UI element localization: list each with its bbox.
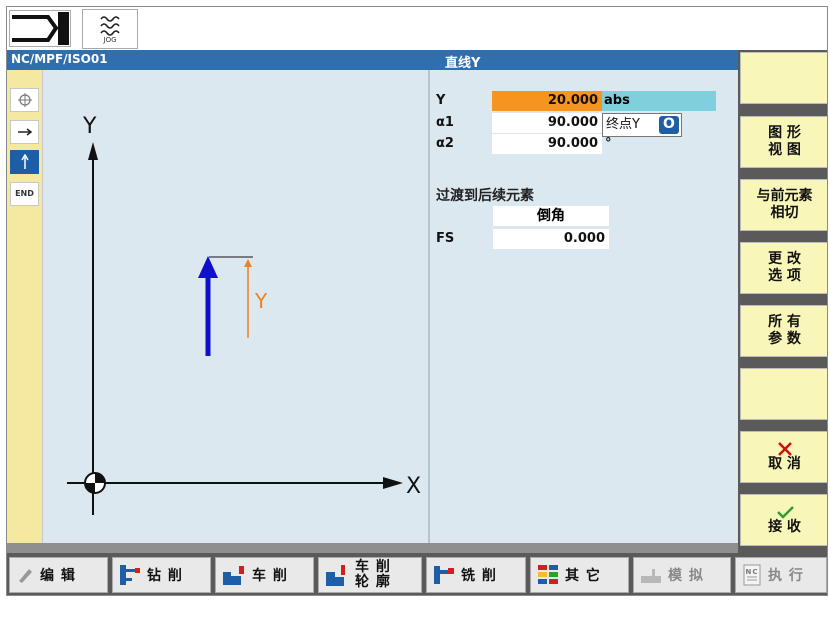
origin-quadrant-3 xyxy=(85,483,95,493)
y-axis-arrowhead xyxy=(88,142,98,160)
title-bar: NC/MPF/ISO01 直线Y xyxy=(7,50,738,71)
a1-param-label: α1 xyxy=(436,115,454,130)
turning-label: 车 削 xyxy=(252,568,288,584)
contour-line2: 轮 廓 xyxy=(355,574,391,590)
transition-type-select[interactable]: 倒角 xyxy=(493,206,609,226)
start-point-button[interactable] xyxy=(10,88,39,112)
machine-mode-button[interactable] xyxy=(9,10,71,47)
tangent-line1: 与前元素 xyxy=(756,188,813,204)
transition-heading: 过渡到后续元素 xyxy=(436,188,534,204)
other-label: 其 它 xyxy=(565,568,601,584)
contour-line1: 车 削 xyxy=(355,559,391,575)
change-option-softkey[interactable]: 更 改 选 项 xyxy=(740,242,827,294)
line-element-arrowhead xyxy=(198,256,218,278)
milling-icon xyxy=(434,566,454,584)
toggle-icon[interactable]: O xyxy=(659,116,679,134)
arrow-up-icon xyxy=(20,153,29,169)
jog-mode-button[interactable]: JOG xyxy=(82,9,138,49)
other-softkey[interactable]: 其 它 xyxy=(530,557,629,593)
x-axis-arrowhead xyxy=(383,477,403,489)
graphic-view-line1: 图 形 xyxy=(768,125,801,141)
jog-label: JOG xyxy=(103,36,117,44)
milling-softkey[interactable]: 铣 削 xyxy=(426,557,526,593)
turning-icon xyxy=(223,566,244,585)
drill-label: 钻 削 xyxy=(147,568,183,584)
other-icon xyxy=(538,565,558,584)
turning-softkey[interactable]: 车 削 xyxy=(215,557,314,593)
accept-label: 接 收 xyxy=(768,518,801,535)
contour-turning-softkey[interactable]: 车 削 轮 廓 xyxy=(318,557,422,593)
y-axis-label: Y xyxy=(82,114,97,139)
tooltip-text: 终点Y xyxy=(606,117,640,132)
all-params-line1: 所 有 xyxy=(768,314,801,330)
softkey-1-empty[interactable] xyxy=(740,52,827,104)
execute-softkey[interactable]: NC 执 行 xyxy=(735,557,827,593)
x-axis-label: X xyxy=(406,474,421,499)
simulate-label: 模 拟 xyxy=(668,568,704,584)
milling-label: 铣 削 xyxy=(461,568,497,584)
tooltip: 终点Y O xyxy=(602,113,682,137)
y-param-label: Y xyxy=(436,93,446,108)
nc-document-icon: NC xyxy=(743,564,761,586)
screen: JOG NC/MPF/ISO01 直线Y END Y X Y Y 20.000 … xyxy=(6,6,828,596)
origin-quadrant-1 xyxy=(95,473,105,483)
contour-graphic: Y X Y xyxy=(67,114,421,515)
simulate-icon xyxy=(641,569,661,583)
fs-param-label: FS xyxy=(436,231,455,246)
tangent-softkey[interactable]: 与前元素 相切 xyxy=(740,179,827,231)
dimension-label: Y xyxy=(254,289,268,313)
a2-unit: ° xyxy=(605,136,612,151)
arrow-right-icon xyxy=(17,128,32,136)
y-value-field[interactable]: 20.000 xyxy=(492,91,602,111)
end-button[interactable]: END xyxy=(10,182,39,206)
element-strip: END xyxy=(7,70,43,543)
mode-arrow-icon xyxy=(12,12,69,45)
tangent-line2: 相切 xyxy=(770,205,799,221)
edit-label: 编 辑 xyxy=(40,568,76,584)
status-band xyxy=(7,543,738,553)
program-path: NC/MPF/ISO01 xyxy=(11,52,108,66)
change-line1: 更 改 xyxy=(768,251,801,267)
horizontal-softkey-bar: 编 辑 钻 削 车 削 车 削 轮 廓 铣 削 其 它 模 拟 NC 执 行 xyxy=(7,553,827,595)
a2-value-field[interactable]: 90.000 xyxy=(492,134,602,154)
cancel-softkey[interactable]: 取 消 xyxy=(740,431,827,483)
cancel-x-icon xyxy=(777,441,792,456)
fs-value-field[interactable]: 0.000 xyxy=(493,229,609,249)
contour-turning-text: 车 削 轮 廓 xyxy=(355,560,391,590)
edit-softkey[interactable]: 编 辑 xyxy=(9,557,108,593)
graphic-view-line2: 视 图 xyxy=(768,142,801,158)
vertical-softkey-bar: 图 形 视 图 与前元素 相切 更 改 选 项 所 有 参 数 取 消 接 收 xyxy=(738,50,827,553)
accept-softkey[interactable]: 接 收 xyxy=(740,494,827,546)
all-params-line2: 参 数 xyxy=(768,331,801,347)
a2-param-label: α2 xyxy=(436,136,454,151)
graphic-view-softkey[interactable]: 图 形 视 图 xyxy=(740,116,827,168)
cancel-label: 取 消 xyxy=(768,455,801,472)
softkey-6-empty[interactable] xyxy=(740,368,827,420)
change-line2: 选 项 xyxy=(768,268,801,284)
simulate-softkey[interactable]: 模 拟 xyxy=(633,557,731,593)
all-params-softkey[interactable]: 所 有 参 数 xyxy=(740,305,827,357)
check-icon xyxy=(776,505,794,519)
nc-icon-text: NC xyxy=(746,568,759,576)
a1-value-field[interactable]: 90.000 xyxy=(492,113,602,133)
horizontal-line-button[interactable] xyxy=(10,120,39,144)
top-bar: JOG xyxy=(7,7,827,50)
dimension-arrowhead xyxy=(244,259,252,267)
contour-turning-icon xyxy=(326,565,345,586)
dialog-title: 直线Y xyxy=(445,56,481,71)
vertical-line-button[interactable] xyxy=(10,150,39,174)
jog-wave-icon xyxy=(100,16,120,36)
execute-label: 执 行 xyxy=(768,568,804,584)
parameter-panel: Y 20.000 abs α1 90.000 α2 90.000 ° 终点Y O… xyxy=(430,70,738,543)
graphic-view: Y X Y xyxy=(43,70,428,543)
pencil-icon xyxy=(19,569,32,583)
crosshair-icon xyxy=(17,93,32,107)
y-unit-select[interactable]: abs xyxy=(602,91,716,111)
drill-icon xyxy=(120,565,140,585)
drill-softkey[interactable]: 钻 削 xyxy=(112,557,211,593)
